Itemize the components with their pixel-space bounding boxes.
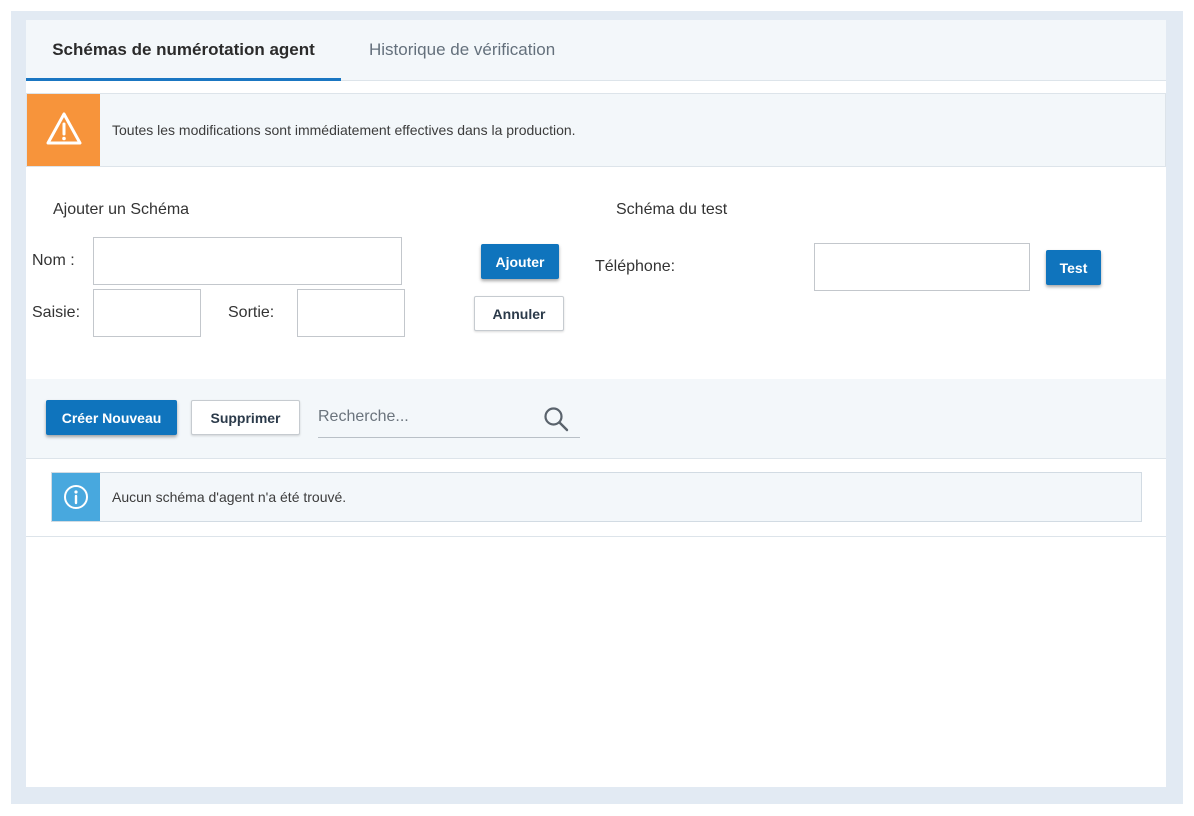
create-new-button[interactable]: Créer Nouveau	[46, 400, 177, 435]
delete-button[interactable]: Supprimer	[191, 400, 300, 435]
info-text: Aucun schéma d'agent n'a été trouvé.	[112, 489, 347, 505]
warning-triangle-icon	[46, 112, 82, 145]
search-icon[interactable]	[543, 406, 569, 432]
info-banner: Aucun schéma d'agent n'a été trouvé.	[51, 472, 1142, 522]
output-field[interactable]	[297, 289, 405, 337]
test-button[interactable]: Test	[1046, 250, 1101, 285]
divider	[26, 536, 1166, 537]
warning-icon-box	[27, 94, 100, 166]
main-panel: Schémas de numérotation agent Historique…	[26, 20, 1166, 787]
cancel-button[interactable]: Annuler	[474, 296, 564, 331]
info-icon-box	[52, 473, 100, 521]
search-box	[318, 398, 580, 438]
phone-label: Téléphone:	[595, 258, 676, 275]
name-label: Nom :	[32, 252, 75, 269]
list-toolbar: Créer Nouveau Supprimer	[26, 379, 1166, 459]
search-input[interactable]	[318, 398, 538, 436]
name-input[interactable]	[93, 237, 402, 285]
test-schema-title: Schéma du test	[616, 201, 728, 218]
tab-bar: Schémas de numérotation agent Historique…	[26, 20, 1166, 81]
add-button[interactable]: Ajouter	[481, 244, 559, 279]
output-label: Sortie:	[228, 304, 275, 321]
warning-banner: Toutes les modifications sont immédiatem…	[26, 93, 1166, 167]
page-frame: Schémas de numérotation agent Historique…	[11, 11, 1183, 804]
add-schema-title: Ajouter un Schéma	[53, 201, 190, 218]
info-icon	[64, 485, 88, 509]
warning-text: Toutes les modifications sont immédiatem…	[112, 122, 576, 138]
phone-input[interactable]	[814, 243, 1030, 291]
tab-agent-dial-schemas[interactable]: Schémas de numérotation agent	[26, 20, 341, 81]
tab-verification-history[interactable]: Historique de vérification	[369, 20, 555, 81]
input-label: Saisie:	[32, 304, 81, 321]
input-field[interactable]	[93, 289, 201, 337]
